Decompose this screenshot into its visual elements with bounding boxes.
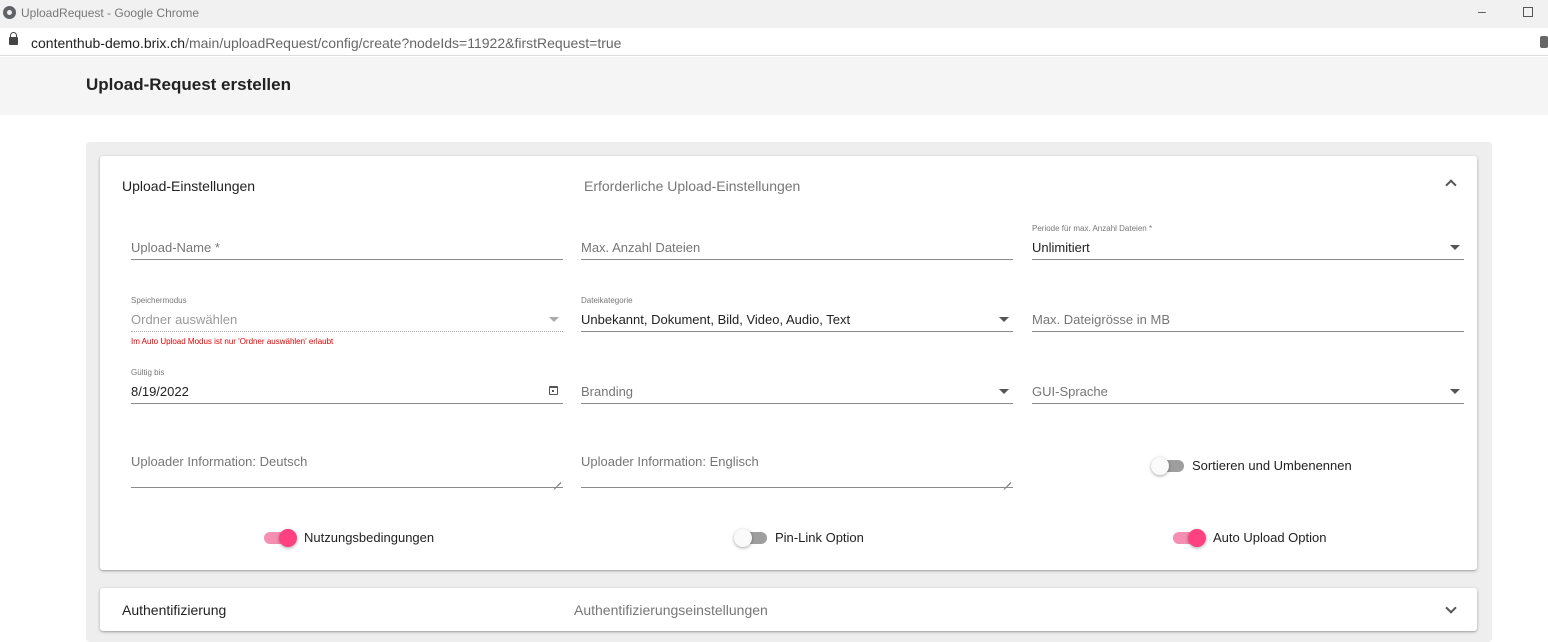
- file-category-value: Unbekannt, Dokument, Bild, Video, Audio,…: [581, 312, 851, 327]
- file-category-select[interactable]: Dateikategorie Unbekannt, Dokument, Bild…: [581, 292, 1013, 332]
- address-bar[interactable]: contenthub-demo.brix.ch/main/uploadReque…: [0, 28, 1548, 56]
- toggle-thumb[interactable]: [279, 529, 297, 547]
- resize-handle-icon[interactable]: [1003, 476, 1011, 484]
- uploader-info-de-textarea[interactable]: Uploader Information: Deutsch: [131, 444, 563, 488]
- window-title: UploadRequest - Google Chrome: [21, 6, 200, 20]
- storage-mode-select[interactable]: Speichermodus Ordner auswählen: [131, 292, 563, 332]
- storage-mode-error: Im Auto Upload Modus ist nur 'Ordner aus…: [131, 337, 334, 346]
- dropdown-arrow-icon: [1450, 389, 1460, 394]
- dropdown-arrow-icon: [999, 317, 1009, 322]
- storage-mode-value: Ordner auswählen: [131, 312, 238, 327]
- chrome-icon: [3, 6, 16, 19]
- dropdown-arrow-icon: [999, 389, 1009, 394]
- uploader-info-de-placeholder: Uploader Information: Deutsch: [131, 454, 308, 469]
- panel-title: Upload-Einstellungen: [122, 178, 256, 194]
- url-path: /main/uploadRequest/config/create?nodeId…: [185, 35, 622, 51]
- field-underline: [131, 487, 563, 488]
- uploader-info-en-textarea[interactable]: Uploader Information: Englisch: [581, 444, 1013, 488]
- field-underline: [1032, 403, 1464, 404]
- field-underline: [581, 403, 1013, 404]
- pin-link-toggle[interactable]: Pin-Link Option: [734, 529, 885, 549]
- panel-description: Erforderliche Upload-Einstellungen: [584, 178, 801, 194]
- upload-settings-header[interactable]: Upload-Einstellungen Erforderliche Uploa…: [100, 156, 1477, 212]
- field-underline: [581, 331, 1013, 332]
- dropdown-arrow-icon: [549, 317, 559, 322]
- max-file-size-field[interactable]: Max. Dateigrösse in MB: [1032, 292, 1464, 332]
- terms-label: Nutzungsbedingungen: [304, 530, 435, 545]
- toggle-thumb[interactable]: [1188, 529, 1206, 547]
- period-label: Periode für max. Anzahl Dateien *: [1032, 224, 1153, 233]
- dropdown-arrow-icon: [1450, 245, 1460, 250]
- extension-icon[interactable]: [1540, 36, 1548, 48]
- browser-titlebar: UploadRequest - Google Chrome –: [0, 0, 1548, 28]
- auto-upload-toggle[interactable]: Auto Upload Option: [1173, 529, 1353, 549]
- valid-until-field[interactable]: Gültig bis 8/19/2022: [131, 364, 563, 404]
- period-select[interactable]: Periode für max. Anzahl Dateien * Unlimi…: [1032, 220, 1464, 260]
- branding-select[interactable]: Branding: [581, 364, 1013, 404]
- branding-placeholder: Branding: [581, 384, 634, 399]
- field-underline: [131, 259, 563, 260]
- panel-description: Authentifizierungseinstellungen: [574, 602, 768, 618]
- sort-rename-toggle[interactable]: Sortieren und Umbenennen: [1151, 457, 1382, 477]
- url-host: contenthub-demo.brix.ch: [31, 35, 186, 51]
- field-underline: [131, 403, 563, 404]
- field-underline: [1032, 259, 1464, 260]
- max-file-size-placeholder: Max. Dateigrösse in MB: [1032, 312, 1170, 327]
- toggle-thumb[interactable]: [1151, 457, 1169, 475]
- uploader-info-en-placeholder: Uploader Information: Englisch: [581, 454, 759, 469]
- valid-until-value: 8/19/2022: [131, 384, 189, 399]
- page-title: Upload-Request erstellen: [86, 75, 291, 94]
- minimize-icon[interactable]: –: [1478, 4, 1492, 18]
- pin-link-label: Pin-Link Option: [775, 530, 864, 545]
- auto-upload-label: Auto Upload Option: [1213, 530, 1327, 545]
- maximize-icon[interactable]: [1523, 7, 1533, 17]
- max-files-field[interactable]: Max. Anzahl Dateien: [581, 220, 1013, 260]
- chevron-up-icon[interactable]: [1445, 179, 1457, 191]
- sort-rename-label: Sortieren und Umbenennen: [1192, 458, 1352, 473]
- toggle-thumb[interactable]: [734, 529, 752, 547]
- field-underline: [581, 487, 1013, 488]
- upload-name-placeholder: Upload-Name *: [131, 240, 220, 255]
- valid-until-label: Gültig bis: [131, 368, 165, 377]
- upload-settings-panel: Upload-Einstellungen Erforderliche Uploa…: [100, 156, 1477, 570]
- calendar-icon[interactable]: [549, 386, 558, 395]
- upload-name-field[interactable]: Upload-Name *: [131, 220, 563, 260]
- gui-language-select[interactable]: GUI-Sprache: [1032, 364, 1464, 404]
- max-files-placeholder: Max. Anzahl Dateien: [581, 240, 701, 255]
- terms-toggle[interactable]: Nutzungsbedingungen: [264, 529, 444, 549]
- panel-title: Authentifizierung: [122, 602, 227, 618]
- authentication-panel[interactable]: Authentifizierung Authentifizierungseins…: [100, 588, 1477, 631]
- storage-mode-label: Speichermodus: [131, 296, 187, 305]
- field-underline: [131, 331, 563, 332]
- url-text[interactable]: contenthub-demo.brix.ch/main/uploadReque…: [31, 35, 621, 51]
- gui-language-placeholder: GUI-Sprache: [1032, 384, 1108, 399]
- chevron-down-icon[interactable]: [1445, 602, 1457, 614]
- field-underline: [1032, 331, 1464, 332]
- resize-handle-icon[interactable]: [553, 476, 561, 484]
- field-underline: [581, 259, 1013, 260]
- lock-icon: [9, 32, 18, 45]
- period-value: Unlimitiert: [1032, 240, 1090, 255]
- page-header: Upload-Request erstellen: [0, 57, 1548, 115]
- file-category-label: Dateikategorie: [581, 296, 633, 305]
